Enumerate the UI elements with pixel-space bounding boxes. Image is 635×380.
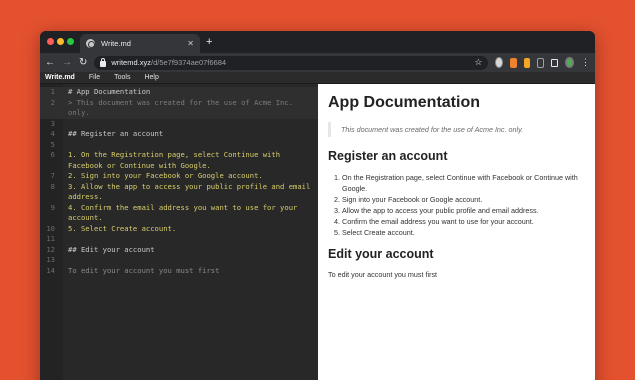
line-number: 2 — [50, 97, 55, 107]
browser-window: Write.md ✕ + ← → ↻ writemd.xyz /d/5e7f93… — [40, 31, 595, 380]
editor-line-text: 5. Select Create account. — [68, 223, 177, 233]
editor-line[interactable]: 12 ## Edit your account — [40, 245, 318, 256]
editor-line[interactable]: 5 — [40, 140, 318, 151]
lock-icon — [100, 57, 107, 67]
browser-toolbar: ← → ↻ writemd.xyz /d/5e7f9374ae07f6684 ☆… — [40, 53, 595, 72]
line-number: 4 — [50, 129, 55, 138]
editor-line[interactable]: 10 5. Select Create account. — [40, 224, 318, 235]
list-item: On the Registration page, select Continu… — [342, 172, 585, 194]
list-item: Allow the app to access your public prof… — [342, 205, 585, 216]
line-number: 14 — [46, 265, 55, 275]
browser-menu-icon[interactable]: ⋮ — [581, 57, 590, 68]
editor-line-text: ## Register an account — [68, 129, 164, 138]
feed-extension-icon[interactable] — [523, 57, 531, 68]
markdown-preview: App Documentation This document was crea… — [318, 84, 595, 380]
editor-line-text: 4. Confirm the email address you want to… — [68, 202, 298, 212]
editor-line[interactable]: 13 — [40, 255, 318, 266]
editor-line-text: 1. On the Registration page, select Cont… — [68, 150, 281, 159]
menu-tools[interactable]: Tools — [114, 74, 130, 81]
editor-line-text: ## Edit your account — [68, 244, 155, 254]
line-number: 5 — [50, 139, 55, 149]
tab-strip: Write.md ✕ + — [40, 31, 595, 53]
list-item: Confirm the email address you want to us… — [342, 216, 585, 227]
editor-line-text: 2. Sign into your Facebook or Google acc… — [68, 171, 263, 180]
editor-line[interactable]: 7 2. Sign into your Facebook or Google ac… — [40, 171, 318, 182]
browser-tab[interactable]: Write.md ✕ — [80, 34, 200, 53]
editor-line-text: address. — [68, 192, 103, 201]
url-host: writemd.xyz — [111, 58, 151, 67]
line-number: 3 — [50, 118, 55, 128]
new-tab-button[interactable]: + — [206, 35, 212, 49]
forward-arrow-icon[interactable]: → — [62, 57, 72, 69]
editor-line[interactable]: only. — [40, 108, 318, 119]
editor-line[interactable]: 1 # App Documentation — [40, 87, 318, 98]
close-tab-icon[interactable]: ✕ — [187, 39, 194, 48]
editor-line[interactable]: account. — [40, 213, 318, 224]
workspace: 1 # App Documentation 2 > This document was… — [40, 84, 595, 380]
address-bar[interactable]: writemd.xyz /d/5e7f9374ae07f6684 ☆ — [94, 55, 489, 70]
back-arrow-icon[interactable]: ← — [45, 57, 55, 69]
ghost-extension-icon[interactable] — [537, 57, 545, 68]
line-number: 6 — [50, 150, 55, 159]
editor-line-text: To edit your account you must first — [68, 265, 220, 275]
editor-line[interactable]: address. — [40, 192, 318, 203]
line-number: 13 — [46, 255, 55, 264]
editor-line-text: account. — [68, 213, 103, 222]
line-number: 8 — [50, 181, 55, 191]
url-path: /d/5e7f9374ae07f6684 — [150, 58, 227, 67]
editor-line[interactable]: 9 4. Confirm the email address you want t… — [40, 203, 318, 214]
list-item: Select Create account. — [342, 227, 585, 238]
preview-section-register: Register an account — [328, 149, 448, 163]
editor-line[interactable]: Facebook or Continue with Google. — [40, 161, 318, 172]
list-item: Sign into your Facebook or Google accoun… — [342, 194, 585, 205]
profile-avatar-icon[interactable] — [565, 57, 575, 68]
globe-icon — [86, 39, 95, 48]
editor-line-text: # App Documentation — [68, 87, 151, 96]
editor-line[interactable]: 4 ## Register an account — [40, 129, 318, 140]
extension-avatar-icon[interactable] — [495, 57, 504, 68]
editor-line-text: Facebook or Continue with Google. — [68, 160, 211, 170]
editor-line-text: only. — [68, 108, 90, 117]
tab-title: Write.md — [101, 39, 131, 48]
editor-line[interactable]: 2 > This document was created for the use… — [40, 97, 318, 108]
line-number: 9 — [50, 202, 55, 212]
preview-paragraph: To edit your account you must first — [328, 270, 438, 279]
app-brand[interactable]: Write.md — [45, 74, 75, 81]
menu-file[interactable]: File — [89, 74, 100, 81]
menu-help[interactable]: Help — [144, 74, 158, 81]
preview-quote: This document was created for the use of… — [328, 122, 585, 137]
editor-line-text: > This document was created for the use … — [68, 97, 294, 107]
window-minimize-button[interactable] — [57, 38, 64, 45]
line-number: 7 — [50, 171, 55, 180]
editor-line[interactable]: 3 — [40, 119, 318, 130]
editor-line[interactable]: 14 To edit your account you must first — [40, 266, 318, 277]
app-menu-bar: Write.md File Tools Help — [40, 72, 595, 84]
editor-line[interactable]: 6 1. On the Registration page, select Con… — [40, 150, 318, 161]
line-number: 1 — [50, 87, 55, 96]
line-number: 12 — [46, 244, 55, 254]
bookmark-star-icon[interactable]: ☆ — [474, 57, 482, 68]
window-maximize-button[interactable] — [67, 38, 74, 45]
preview-steps-list: On the Registration page, select Continu… — [328, 172, 585, 238]
editor-line-text: 3. Allow the app to access your public p… — [68, 181, 311, 191]
cast-icon[interactable] — [551, 58, 559, 67]
line-number: 11 — [46, 234, 55, 243]
reload-icon[interactable]: ↻ — [79, 57, 87, 69]
rss-extension-icon[interactable] — [510, 57, 517, 68]
window-close-button[interactable] — [47, 38, 54, 45]
editor-line[interactable]: 8 3. Allow the app to access your public … — [40, 182, 318, 193]
preview-title: App Documentation — [328, 94, 480, 111]
line-number: 10 — [46, 223, 55, 233]
editor-line[interactable]: 11 — [40, 234, 318, 245]
preview-section-edit: Edit your account — [328, 247, 434, 261]
markdown-editor[interactable]: 1 # App Documentation 2 > This document was… — [40, 84, 318, 380]
